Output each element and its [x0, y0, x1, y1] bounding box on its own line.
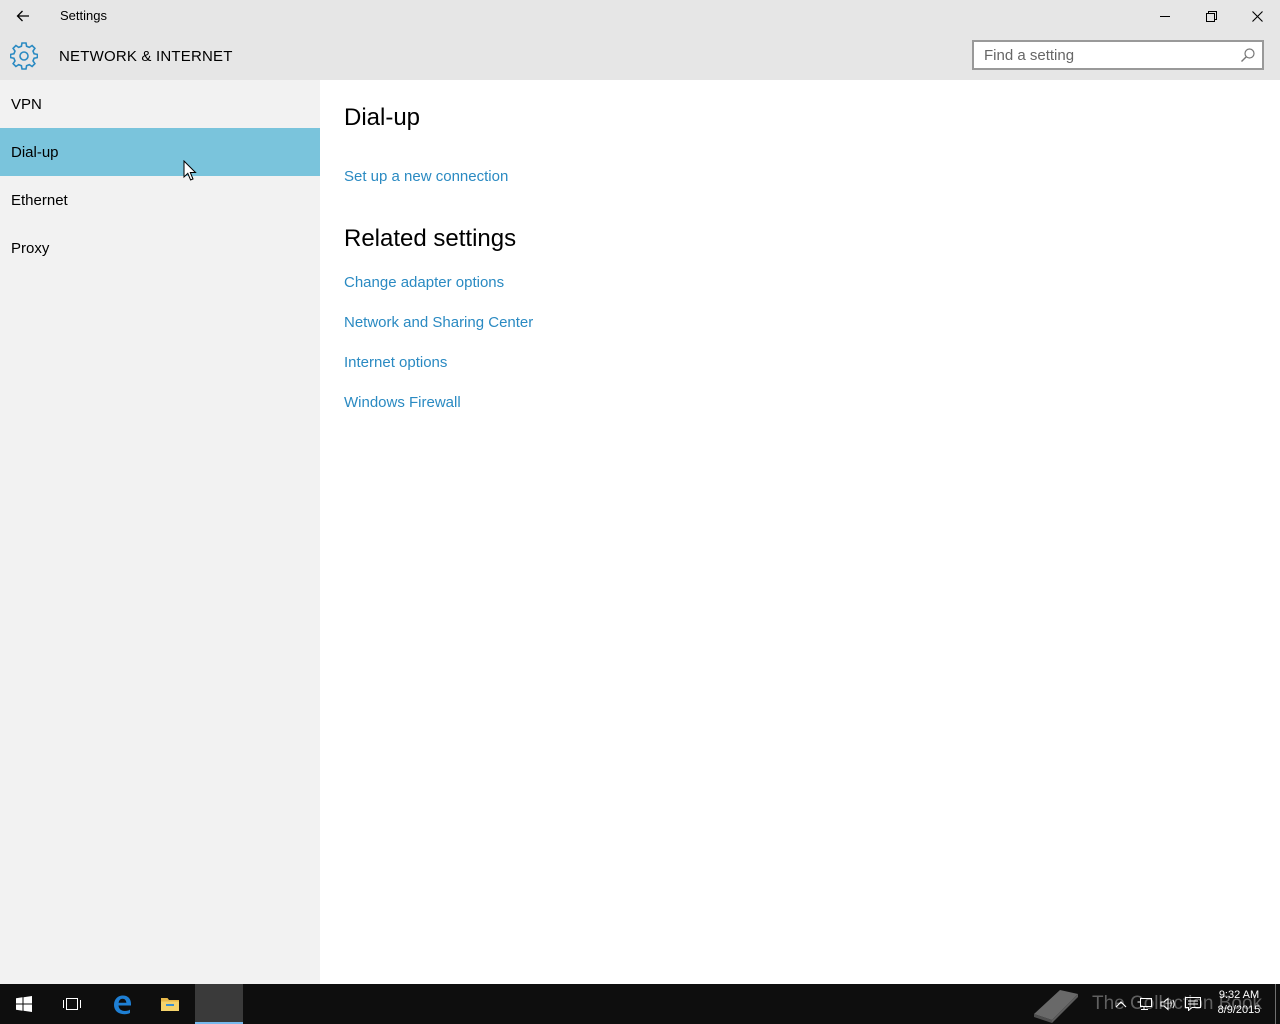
title-bar: Settings: [0, 0, 1280, 32]
start-icon: [16, 996, 32, 1012]
minimize-icon: [1160, 16, 1170, 17]
taskbar: The Collection Book 9:32 AM 8/9/2015: [0, 984, 1280, 1024]
book-icon: [1034, 990, 1078, 1023]
section-title: NETWORK & INTERNET: [59, 48, 233, 65]
minimize-button[interactable]: [1142, 0, 1188, 32]
network-sharing-center-link[interactable]: Network and Sharing Center: [344, 314, 533, 331]
network-tray-button[interactable]: [1136, 994, 1154, 1014]
sidebar-item-label: Proxy: [11, 239, 50, 257]
gear-icon: [10, 42, 38, 70]
action-center-button[interactable]: [1184, 994, 1202, 1014]
search-icon[interactable]: [1240, 47, 1256, 63]
volume-tray-button[interactable]: [1160, 994, 1178, 1014]
network-icon: [1137, 998, 1152, 1010]
task-view-button[interactable]: [48, 984, 96, 1024]
settings-header: NETWORK & INTERNET: [0, 32, 1280, 80]
action-center-icon: [1185, 997, 1201, 1011]
close-button[interactable]: [1234, 0, 1280, 32]
sidebar-item-label: Ethernet: [11, 191, 68, 209]
edge-icon: [114, 995, 131, 1015]
windows-firewall-link[interactable]: Windows Firewall: [344, 394, 461, 411]
clock-date: 8/9/2015: [1217, 1004, 1261, 1016]
close-icon: [1251, 10, 1263, 22]
window-title: Settings: [60, 8, 107, 23]
task-view-icon: [63, 998, 81, 1010]
show-desktop-button[interactable]: [1275, 984, 1276, 1024]
show-hidden-icons-button[interactable]: [1112, 994, 1130, 1014]
back-arrow-icon: [16, 10, 29, 22]
sidebar-item-vpn[interactable]: VPN: [0, 80, 320, 128]
internet-options-link[interactable]: Internet options: [344, 354, 447, 371]
related-settings-heading: Related settings: [344, 225, 517, 252]
mouse-cursor-icon: [183, 160, 197, 181]
chevron-up-icon: [1115, 1001, 1127, 1008]
file-explorer-button[interactable]: [146, 984, 194, 1024]
taskbar-clock[interactable]: 9:32 AM 8/9/2015: [1212, 988, 1266, 1018]
setup-new-connection-link[interactable]: Set up a new connection: [344, 168, 508, 185]
restore-icon: [1205, 10, 1217, 22]
page-title: Dial-up: [344, 104, 421, 131]
clock-time: 9:32 AM: [1218, 989, 1260, 1001]
restore-button[interactable]: [1188, 0, 1234, 32]
edge-button[interactable]: [98, 984, 146, 1024]
volume-icon: [1160, 997, 1175, 1011]
settings-taskbar-button[interactable]: [195, 984, 243, 1024]
sidebar-item-dial-up[interactable]: Dial-up: [0, 128, 320, 176]
sidebar-item-proxy[interactable]: Proxy: [0, 224, 320, 272]
sidebar-item-label: Dial-up: [11, 143, 59, 161]
sidebar-nav: VPN Dial-up Ethernet Proxy: [0, 80, 320, 984]
main-content: Dial-up Set up a new connection Related …: [320, 80, 1280, 984]
sidebar-item-label: VPN: [11, 95, 42, 113]
back-button[interactable]: [0, 0, 46, 32]
search-box[interactable]: [972, 40, 1264, 70]
start-button[interactable]: [0, 984, 48, 1024]
sidebar-item-ethernet[interactable]: Ethernet: [0, 176, 320, 224]
file-explorer-icon: [161, 998, 179, 1011]
search-input[interactable]: [974, 42, 1244, 68]
change-adapter-options-link[interactable]: Change adapter options: [344, 274, 504, 291]
